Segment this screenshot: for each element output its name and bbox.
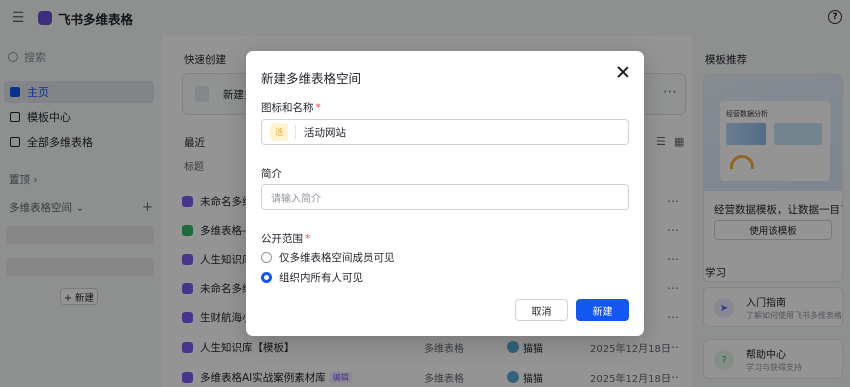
required-mark: * xyxy=(305,233,311,245)
required-mark: * xyxy=(315,102,321,114)
dialog-title: 新建多维表格空间 xyxy=(261,71,362,86)
space-emoji-icon[interactable]: 活 xyxy=(270,123,288,141)
description-field[interactable]: 请输入简介 xyxy=(261,184,629,210)
radio-button[interactable] xyxy=(261,252,272,263)
label-text: 图标和名称 xyxy=(261,102,314,114)
radio-button-checked[interactable] xyxy=(261,272,272,283)
scope-label: 公开范围 * xyxy=(261,231,310,246)
scope-option-organization[interactable]: 组织内所有人可见 xyxy=(261,270,363,285)
icon-name-label: 图标和名称 * xyxy=(261,100,321,115)
description-label: 简介 xyxy=(261,168,282,180)
label-text: 公开范围 xyxy=(261,233,303,245)
scope-option-members[interactable]: 仅多维表格空间成员可见 xyxy=(261,250,395,265)
radio-label: 仅多维表格空间成员可见 xyxy=(279,252,395,264)
space-name-field[interactable]: 活 活动网站 xyxy=(261,119,629,145)
close-icon[interactable] xyxy=(616,65,630,79)
cancel-button[interactable]: 取消 xyxy=(515,299,568,321)
divider xyxy=(295,125,296,139)
space-name-value[interactable]: 活动网站 xyxy=(304,125,346,140)
new-space-dialog: 新建多维表格空间 图标和名称 * 活 活动网站 简介 请输入简介 公开范围 * 仅多… xyxy=(246,51,644,336)
radio-label: 组织内所有人可见 xyxy=(279,272,363,284)
create-button[interactable]: 新建 xyxy=(576,299,629,321)
